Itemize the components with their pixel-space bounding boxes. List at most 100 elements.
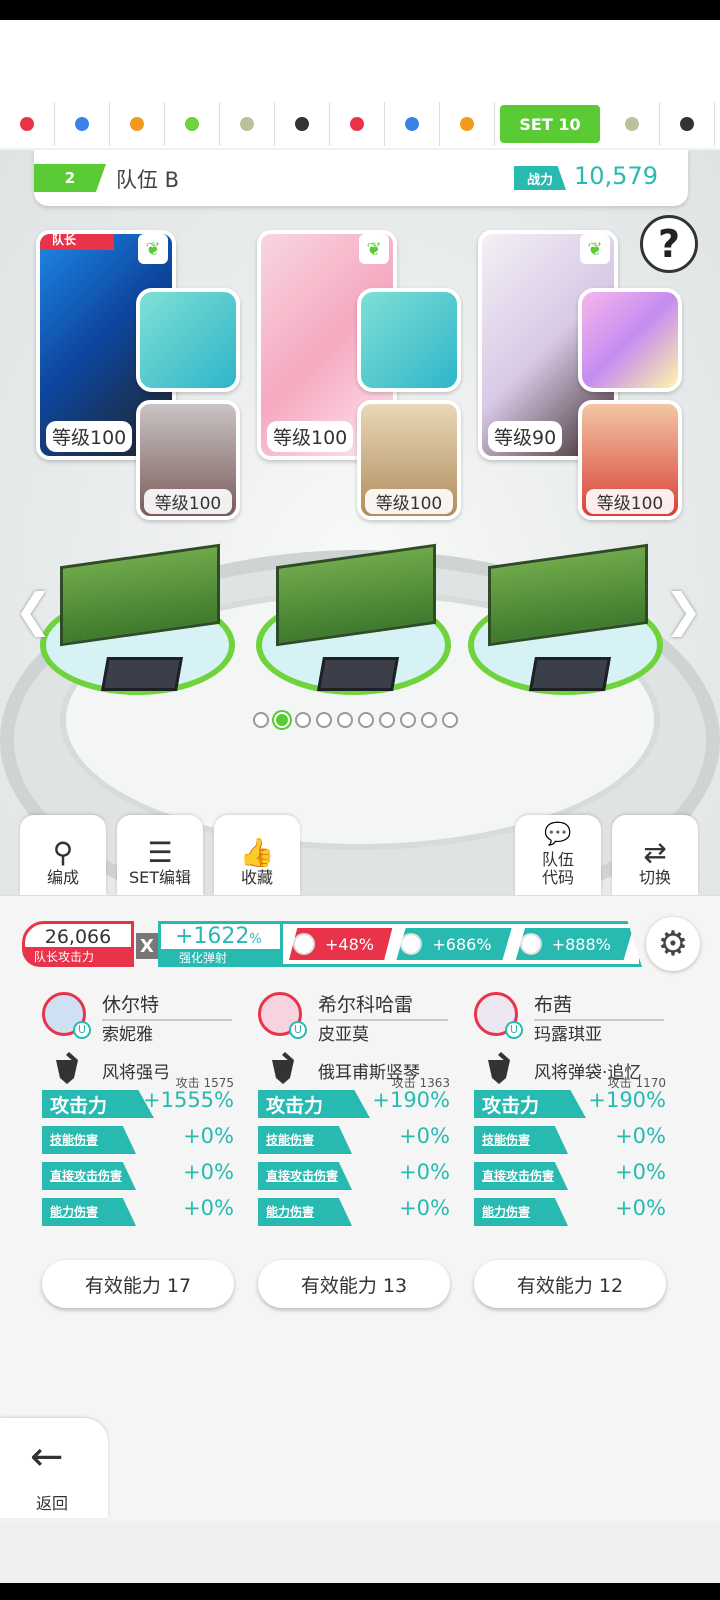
effective-ability-button[interactable]: 有效能力 13 [258, 1260, 450, 1308]
swap-icon: ⇄ [643, 836, 667, 869]
team-bar[interactable]: 2 队伍 B 战力 10,579 [34, 150, 688, 206]
boost-label: 强化弹射 [161, 949, 281, 967]
thumbs-up-icon: 👍 [239, 836, 275, 869]
set-tab-3[interactable] [110, 102, 165, 146]
boost-box: +1622% 强化弹射 [158, 921, 288, 967]
page-dot[interactable] [421, 712, 437, 728]
page-dot[interactable] [295, 712, 311, 728]
character-avatar[interactable]: U [258, 992, 307, 1039]
ability-damage-row: 能力伤害 +0% [258, 1196, 450, 1226]
character-card-3[interactable]: 等级90 ❦ 等级100 [478, 230, 698, 560]
skill-damage-row: 技能伤害 +0% [474, 1124, 666, 1154]
page-dot[interactable] [274, 712, 290, 728]
direct-damage-label: 直接攻击伤害 [258, 1162, 352, 1190]
pedestal-2 [256, 535, 451, 700]
sub-character-portrait[interactable]: 等级100 [578, 400, 682, 520]
set-edit-button[interactable]: ☰ SET编辑 [117, 815, 203, 895]
team-code-label: 队伍 代码 [541, 850, 574, 887]
direct-damage-row: 直接攻击伤害 +0% [258, 1160, 450, 1190]
set-tab-12[interactable] [660, 102, 715, 146]
page-dot[interactable] [358, 712, 374, 728]
ability-damage-value: +0% [399, 1196, 450, 1220]
effective-ability-button[interactable]: 有效能力 12 [474, 1260, 666, 1308]
pedestal-base [317, 657, 399, 691]
next-arrow-icon[interactable]: ❯ [664, 583, 703, 637]
back-label: 返回 [36, 1494, 69, 1513]
leader-attack-box: 26,066 队长攻击力 [22, 921, 134, 967]
wind-element-icon: ❦ [138, 234, 168, 264]
weapon-bow-icon[interactable] [136, 288, 240, 392]
set-tab-4[interactable] [165, 102, 220, 146]
favorite-button[interactable]: 👍 收藏 [214, 815, 300, 895]
ability-damage-value: +0% [183, 1196, 234, 1220]
set-tab-9[interactable] [440, 102, 495, 146]
character-avatar[interactable]: U [42, 992, 91, 1039]
direct-damage-row: 直接攻击伤害 +0% [474, 1160, 666, 1190]
set-color-dot [295, 117, 309, 131]
main-level: 等级100 [46, 421, 133, 452]
set-tab-strip: SET 10 [0, 100, 720, 148]
leader-attack-value: 26,066 [44, 926, 112, 948]
page-indicator [253, 712, 458, 728]
skill-damage-label: 技能伤害 [474, 1126, 568, 1154]
unison-badge-icon: U [289, 1021, 307, 1039]
team-code-button[interactable]: 💬 队伍 代码 [515, 815, 601, 895]
sub-character-portrait[interactable]: 等级100 [136, 400, 240, 520]
set-tab-active[interactable]: SET 10 [495, 102, 605, 146]
pedestal-base [101, 657, 183, 691]
set-tab-2[interactable] [55, 102, 110, 146]
weapon-harp-icon[interactable] [357, 288, 461, 392]
boost-unit: % [249, 932, 262, 947]
effective-ability-button[interactable]: 有效能力 17 [42, 1260, 234, 1308]
weapon-shield-icon [488, 1052, 510, 1084]
previous-arrow-icon[interactable]: ❮ [14, 583, 53, 637]
page-dot[interactable] [379, 712, 395, 728]
attack-stat-row: 攻击力 攻击 1170 +190% [474, 1076, 666, 1118]
unison-badge-icon: U [505, 1021, 523, 1039]
set-tab-5[interactable] [220, 102, 275, 146]
weapon-shield-icon [272, 1052, 294, 1084]
sub-character-portrait[interactable]: 等级100 [357, 400, 461, 520]
skill-damage-label: 技能伤害 [42, 1126, 136, 1154]
multiply-sign: X [136, 933, 158, 959]
sub-character-name: 索妮雅 [102, 1025, 153, 1045]
pedestal-base [529, 657, 611, 691]
formation-button[interactable]: ⚲ 编成 [20, 815, 106, 895]
set-tab-7[interactable] [330, 102, 385, 146]
unison-badge-icon: U [73, 1021, 91, 1039]
weapon-pouch-icon[interactable] [578, 288, 682, 392]
switch-button[interactable]: ⇄ 切换 [612, 815, 698, 895]
set-tab-6[interactable] [275, 102, 330, 146]
page-dot[interactable] [400, 712, 416, 728]
sub-character-name: 皮亚莫 [318, 1025, 369, 1045]
character-card-1[interactable]: 队长 等级100 ❦ 等级100 [36, 230, 256, 560]
set-tab-1[interactable] [0, 102, 55, 146]
back-arrow-icon: ← [30, 1434, 64, 1480]
sub-level: 等级100 [365, 489, 453, 514]
nav-bottom-edge [0, 1583, 720, 1600]
attack-label: 攻击力 [42, 1090, 154, 1118]
pedestal-3 [468, 535, 663, 700]
set-tab-11[interactable] [605, 102, 660, 146]
formation-label: 编成 [46, 868, 79, 887]
character-face-icon [519, 933, 542, 955]
back-button[interactable]: ← 返回 [0, 1418, 108, 1518]
set-color-dot [20, 117, 34, 131]
character-avatar[interactable]: U [474, 992, 523, 1039]
switch-label: 切换 [638, 868, 671, 887]
leader-attack-label: 队长攻击力 [22, 947, 134, 967]
character-card-2[interactable]: 等级100 ❦ 等级100 [257, 230, 477, 560]
page-dot[interactable] [442, 712, 458, 728]
settings-gear-icon[interactable]: ⚙ [646, 917, 700, 971]
set-tab-8[interactable] [385, 102, 440, 146]
list-icon: ☰ [147, 836, 173, 869]
weapon-shield-icon [56, 1052, 78, 1084]
set-edit-label: SET编辑 [128, 868, 192, 887]
page-dot[interactable] [337, 712, 353, 728]
page-dot[interactable] [253, 712, 269, 728]
direct-damage-row: 直接攻击伤害 +0% [42, 1160, 234, 1190]
character-face-icon [400, 933, 423, 955]
boost-value: +1622% [175, 924, 262, 949]
page-dot[interactable] [316, 712, 332, 728]
skill-damage-value: +0% [183, 1124, 234, 1148]
